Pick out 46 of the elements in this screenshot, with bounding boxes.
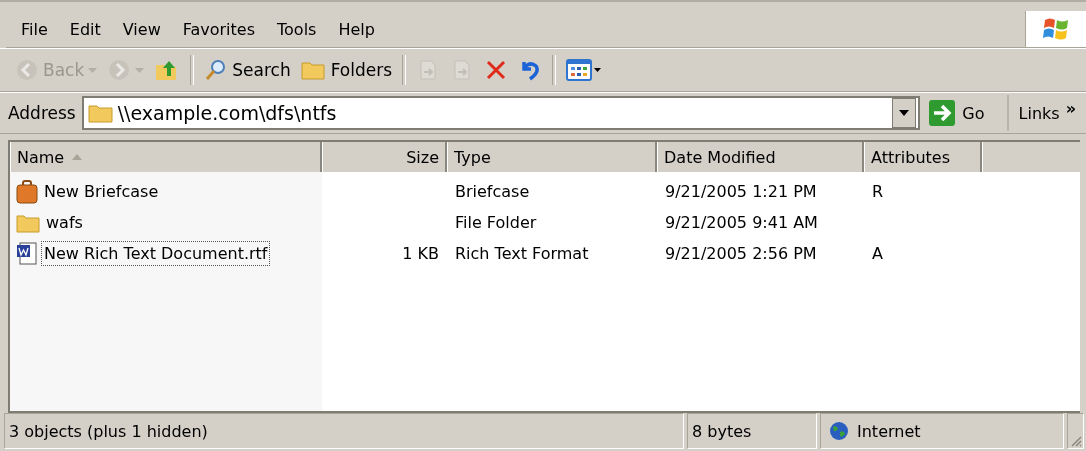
column-header[interactable]: Size: [322, 142, 447, 172]
file-size: 1 KB: [402, 244, 439, 263]
folders-button[interactable]: Folders: [295, 56, 398, 84]
caret-icon: [135, 67, 145, 73]
more-chevron[interactable]: »: [1065, 98, 1086, 128]
grip-icon: [1070, 435, 1082, 447]
status-zone: Internet: [820, 413, 1064, 449]
resize-grip[interactable]: [1067, 413, 1084, 449]
date-modified: 9/21/2005 2:56 PM: [665, 244, 817, 263]
document-icon: [16, 241, 38, 266]
file-name[interactable]: New Briefcase: [41, 179, 162, 204]
sort-arrow-icon: [72, 154, 83, 160]
menu-item[interactable]: Edit: [60, 17, 110, 41]
caret-icon: [88, 67, 98, 73]
menu-item[interactable]: File: [12, 17, 57, 41]
address-label: Address: [8, 103, 77, 123]
search-button[interactable]: Search: [199, 55, 296, 85]
menu-item[interactable]: View: [113, 17, 170, 41]
status-objects: 3 objects (plus 1 hidden): [4, 413, 684, 449]
go-button[interactable]: Go: [920, 95, 1009, 131]
file-type: Rich Text Format: [455, 244, 589, 263]
folder-icon: [87, 102, 114, 124]
links-button[interactable]: Links: [1008, 103, 1066, 123]
menu-item[interactable]: Help: [329, 17, 384, 41]
globe-icon: [829, 421, 849, 441]
file-attributes: A: [872, 244, 883, 263]
column-header[interactable]: Date Modified: [657, 142, 864, 172]
file-name[interactable]: wafs: [43, 210, 86, 235]
file-attributes: R: [872, 182, 884, 201]
file-type: Briefcase: [455, 182, 530, 201]
folder-icon: [300, 59, 327, 81]
file-name[interactable]: New Rich Text Document.rtf: [41, 241, 271, 266]
file-type: File Folder: [455, 213, 537, 232]
address-field[interactable]: \\example.com\dfs\ntfs: [81, 96, 921, 130]
column-header[interactable]: Type: [447, 142, 657, 172]
briefcase-icon: [16, 179, 38, 204]
column-header[interactable]: Attributes: [864, 142, 982, 172]
folder-icon: [16, 212, 40, 233]
views-icon: [566, 58, 603, 82]
menu-item[interactable]: Tools: [268, 17, 326, 41]
date-modified: 9/21/2005 1:21 PM: [665, 182, 817, 201]
menu-item[interactable]: Favorites: [173, 17, 264, 41]
status-size: 8 bytes: [687, 413, 817, 449]
date-modified: 9/21/2005 9:41 AM: [665, 213, 818, 232]
caret-icon: [899, 110, 910, 116]
dropdown-button[interactable]: [892, 98, 917, 128]
